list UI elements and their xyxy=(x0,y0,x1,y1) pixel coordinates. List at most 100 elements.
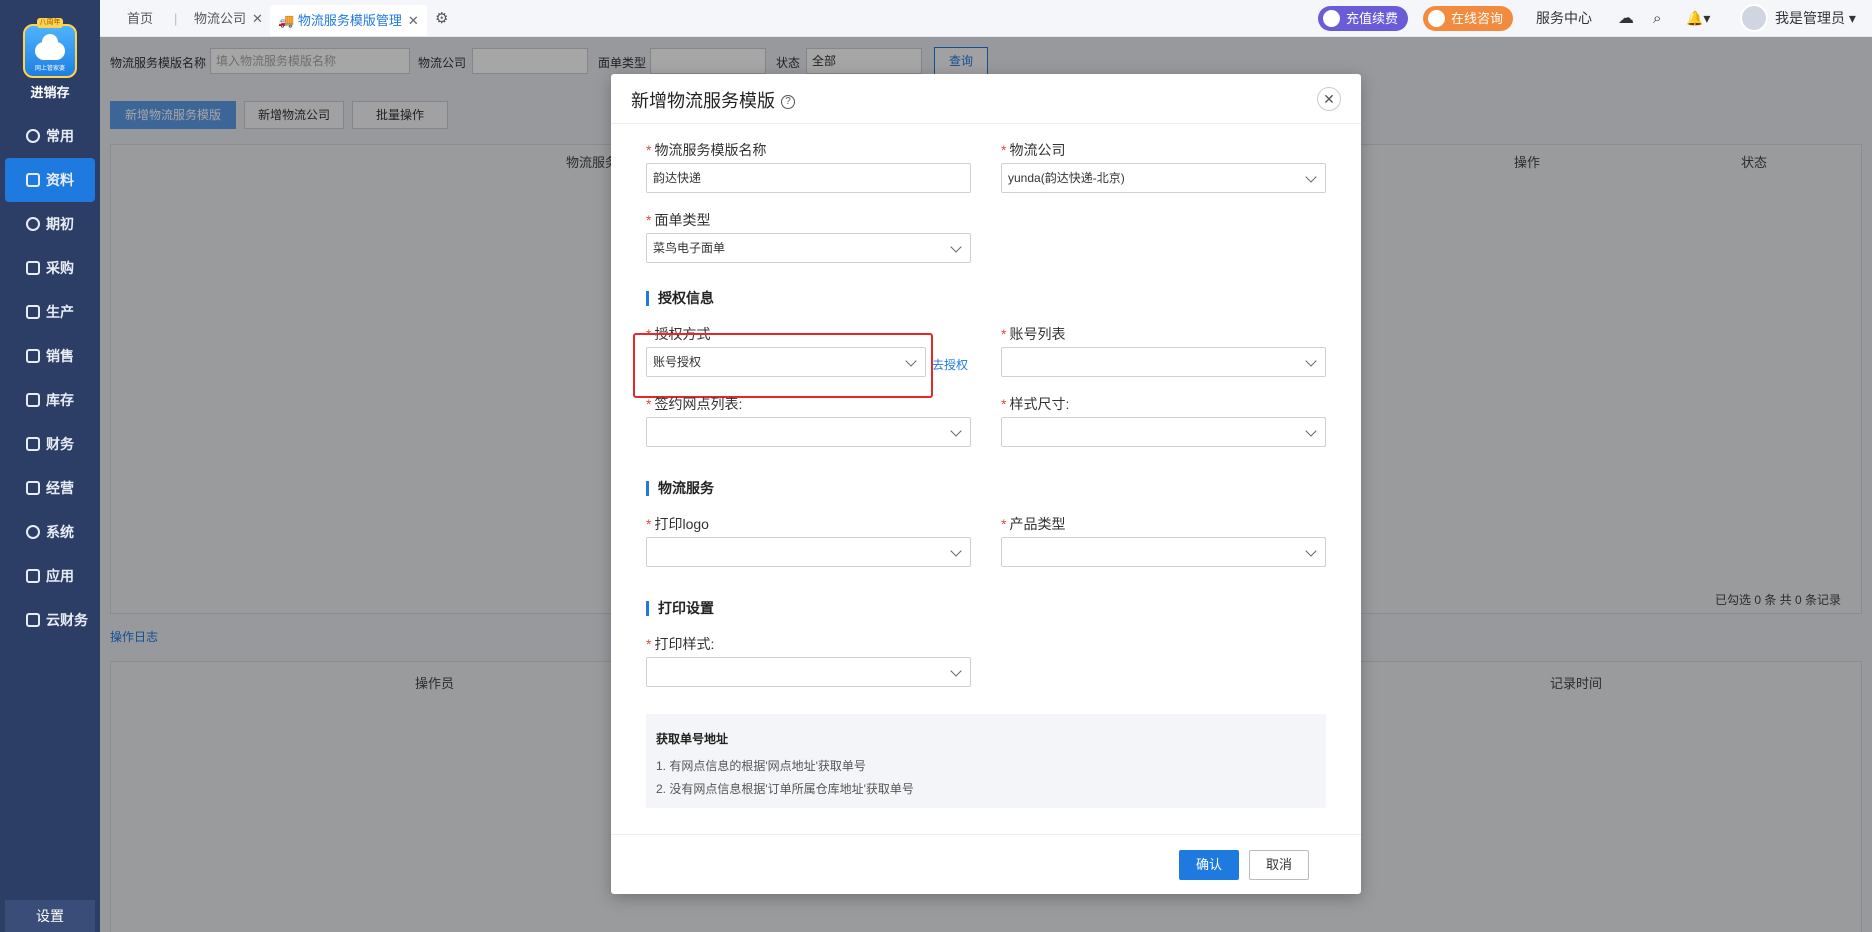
warehouse-icon xyxy=(26,393,40,407)
search-icon[interactable]: ⌕ xyxy=(1653,0,1661,37)
print-logo-label: * 打印logo xyxy=(646,516,709,532)
cloud-download-icon[interactable]: ☁ xyxy=(1618,0,1634,37)
account-list-select[interactable] xyxy=(1001,347,1326,377)
print-style-label: * 打印样式: xyxy=(646,636,715,652)
sidebar-item-label: 系统 xyxy=(46,524,74,540)
consult-label: 在线咨询 xyxy=(1451,11,1504,26)
service-center-link[interactable]: 服务中心 xyxy=(1536,0,1592,37)
plus-icon xyxy=(26,569,40,583)
chart-icon xyxy=(26,349,40,363)
info-box: 获取单号地址 1. 有网点信息的根据'网点地址'获取单号 2. 没有网点信息根据… xyxy=(646,714,1326,808)
sidebar-item-label: 财务 xyxy=(46,436,74,452)
production-icon xyxy=(26,305,40,319)
purchase-icon xyxy=(26,261,40,275)
cloud-finance-icon xyxy=(26,613,40,627)
company-label: * 物流公司 xyxy=(1001,142,1066,158)
style-size-select[interactable] xyxy=(1001,417,1326,447)
go-authorize-link[interactable]: 去授权 xyxy=(932,356,968,373)
dialog-header: 新增物流服务模版? ✕ xyxy=(611,74,1361,124)
info-line: 2. 没有网点信息根据'订单所属仓库地址'获取单号 xyxy=(656,782,914,796)
branch-list-select[interactable] xyxy=(646,417,971,447)
waybill-type-value: 菜鸟电子面单 xyxy=(653,241,726,255)
cloud-icon xyxy=(35,34,65,60)
sidebar-item-finance[interactable]: 财务 xyxy=(0,422,100,466)
sidebar-nav: 常用 资料 期初 采购 生产 销售 库存 财务 经营 系统 应用 云财务 xyxy=(0,114,100,642)
app-name: 进销存 xyxy=(30,85,70,100)
info-line: 1. 有网点信息的根据'网点地址'获取单号 xyxy=(656,759,866,773)
product-type-select[interactable] xyxy=(1001,537,1326,567)
star-icon xyxy=(26,129,40,143)
chevron-down-icon xyxy=(1305,425,1317,437)
sidebar-item-cloud-finance[interactable]: 云财务 xyxy=(0,598,100,642)
sidebar-item-label: 库存 xyxy=(46,392,74,408)
highlight-box xyxy=(633,333,933,398)
info-title: 获取单号地址 xyxy=(656,732,729,746)
chat-icon xyxy=(1428,10,1445,27)
close-icon[interactable]: ✕ xyxy=(408,13,419,28)
chevron-down-icon xyxy=(950,241,962,253)
sidebar-item-system[interactable]: 系统 xyxy=(0,510,100,554)
sidebar-item-label: 云财务 xyxy=(46,612,88,628)
online-consult-button[interactable]: 在线咨询 xyxy=(1423,6,1514,31)
help-icon[interactable]: ? xyxy=(781,95,795,110)
bell-icon[interactable]: 🔔▾ xyxy=(1686,0,1710,37)
chevron-down-icon: ▾ xyxy=(1848,10,1856,26)
sidebar-item-label: 资料 xyxy=(46,172,74,188)
product-type-label: * 产品类型 xyxy=(1001,516,1066,532)
chevron-down-icon xyxy=(1305,545,1317,557)
gear-icon[interactable]: ⚙ xyxy=(435,0,448,37)
recharge-label: 充值续费 xyxy=(1346,11,1399,26)
target-icon xyxy=(26,217,40,231)
sidebar-item-label: 常用 xyxy=(46,128,74,144)
sidebar-item-apps[interactable]: 应用 xyxy=(0,554,100,598)
company-select-value: yunda(韵达快递-北京) xyxy=(1008,171,1125,185)
sidebar-item-production[interactable]: 生产 xyxy=(0,290,100,334)
app-logo[interactable]: 八周年 网上管家婆 xyxy=(23,18,77,78)
template-name-input[interactable]: 韵达快递 xyxy=(646,163,971,193)
tab-template-management[interactable]: 🚚 物流服务模版管理 ✕ xyxy=(270,5,427,36)
sidebar-item-label: 采购 xyxy=(46,260,74,276)
logo-subtitle: 网上管家婆 xyxy=(34,66,65,72)
sidebar-item-label: 应用 xyxy=(46,568,74,584)
sidebar-item-inventory[interactable]: 库存 xyxy=(0,378,100,422)
close-button[interactable]: ✕ xyxy=(1317,87,1341,111)
tab-label: 物流服务模版管理 xyxy=(297,13,402,28)
branch-list-label: * 签约网点列表: xyxy=(646,396,743,412)
gear-icon xyxy=(26,525,40,539)
settings-button[interactable]: 设置 xyxy=(5,900,95,932)
confirm-button[interactable]: 确认 xyxy=(1179,850,1239,880)
sidebar: 八周年 网上管家婆 进销存 常用 资料 期初 采购 生产 销售 库存 财务 经营… xyxy=(0,0,100,932)
print-style-select[interactable] xyxy=(646,657,971,687)
tab-logistics-company[interactable]: 物流公司 ✕ xyxy=(194,0,263,37)
sidebar-item-sales[interactable]: 销售 xyxy=(0,334,100,378)
sidebar-item-label: 销售 xyxy=(46,348,74,364)
truck-icon: 🚚 xyxy=(278,13,295,28)
chevron-down-icon xyxy=(950,545,962,557)
user-name: 我是管理员 xyxy=(1775,10,1845,26)
sidebar-item-data[interactable]: 资料 xyxy=(5,158,95,202)
print-section-title: 打印设置 xyxy=(646,601,714,616)
avatar[interactable] xyxy=(1740,4,1768,32)
waybill-type-select[interactable]: 菜鸟电子面单 xyxy=(646,233,971,263)
top-bar: 首页 | 物流公司 ✕ 🚚 物流服务模版管理 ✕ ⚙ 充值续费 在线咨询 服务中心 … xyxy=(100,0,1872,37)
sidebar-item-purchase[interactable]: 采购 xyxy=(0,246,100,290)
service-section-title: 物流服务 xyxy=(646,481,714,496)
new-template-dialog: 新增物流服务模版? ✕ * 物流服务模版名称 韵达快递 * 物流公司 yunda(韵… xyxy=(611,74,1361,894)
recharge-button[interactable]: 充值续费 xyxy=(1318,6,1409,31)
chevron-down-icon xyxy=(1305,355,1317,367)
sidebar-item-common[interactable]: 常用 xyxy=(0,114,100,158)
sidebar-item-business[interactable]: 经营 xyxy=(0,466,100,510)
waybill-type-label: * 面单类型 xyxy=(646,212,711,228)
print-logo-select[interactable] xyxy=(646,537,971,567)
finance-icon xyxy=(26,437,40,451)
cancel-button[interactable]: 取消 xyxy=(1249,850,1309,880)
company-select[interactable]: yunda(韵达快递-北京) xyxy=(1001,163,1326,193)
sidebar-item-label: 经营 xyxy=(46,480,74,496)
style-size-label: * 样式尺寸: xyxy=(1001,396,1070,412)
dialog-footer: 确认 取消 xyxy=(611,834,1361,894)
user-menu[interactable]: 我是管理员 ▾ xyxy=(1775,0,1856,37)
sidebar-item-opening[interactable]: 期初 xyxy=(0,202,100,246)
close-icon[interactable]: ✕ xyxy=(252,11,263,26)
dialog-title-text: 新增物流服务模版 xyxy=(631,91,775,111)
tab-home[interactable]: 首页 xyxy=(127,0,153,37)
